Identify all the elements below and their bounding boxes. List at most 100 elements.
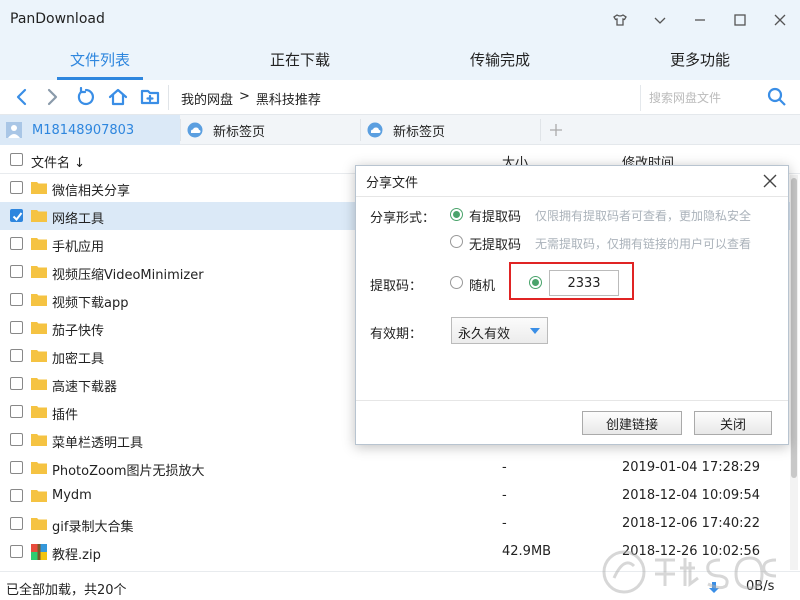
table-row[interactable]: 教程.zip 42.9MB 2018-12-26 10:02:56 xyxy=(0,538,794,566)
tab-file-list[interactable]: 文件列表 xyxy=(0,40,200,80)
account-tab-label: 新标签页 xyxy=(213,124,266,140)
option-no-code-label[interactable]: 无提取码 xyxy=(469,234,521,253)
share-type-label: 分享形式： xyxy=(370,211,436,226)
table-row[interactable]: Mydm - 2018-12-04 10:09:54 xyxy=(0,482,794,510)
row-checkbox[interactable] xyxy=(10,405,23,418)
file-name: 微信相关分享 xyxy=(52,184,131,199)
search-button[interactable] xyxy=(766,86,790,110)
home-button[interactable] xyxy=(106,85,130,109)
create-link-button[interactable]: 创建链接 xyxy=(582,411,682,435)
refresh-button[interactable] xyxy=(74,85,98,109)
file-size: 42.9MB xyxy=(502,544,552,559)
file-size: - xyxy=(502,516,507,531)
share-dialog: 分享文件 分享形式： 有提取码 仅限拥有提取码者可查看，更加隐私安全 无提取码 … xyxy=(355,165,789,445)
tab-divider xyxy=(540,119,541,141)
row-checkbox[interactable] xyxy=(10,517,23,530)
file-modified-time: 2018-12-04 10:09:54 xyxy=(622,488,761,503)
radio-no-code[interactable] xyxy=(450,235,463,248)
option-with-code-label[interactable]: 有提取码 xyxy=(469,206,521,225)
search-input[interactable] xyxy=(640,85,758,111)
column-name-header[interactable]: 文件名 ↓ xyxy=(31,152,85,171)
dialog-divider xyxy=(356,196,788,197)
tab-more-features[interactable]: 更多功能 xyxy=(600,40,800,80)
radio-random-code[interactable] xyxy=(450,276,463,289)
row-checkbox[interactable] xyxy=(10,181,23,194)
account-tab-new-1[interactable]: 新标签页 xyxy=(181,115,360,145)
row-checkbox[interactable] xyxy=(10,237,23,250)
zip-file-icon xyxy=(31,544,47,560)
validity-select[interactable]: 永久有效 xyxy=(451,317,548,344)
row-checkbox[interactable] xyxy=(10,433,23,446)
row-checkbox[interactable] xyxy=(10,377,23,390)
minimize-button[interactable] xyxy=(688,8,712,32)
dropdown-arrow-icon xyxy=(530,328,540,334)
search-icon xyxy=(767,87,786,106)
radio-custom-code[interactable] xyxy=(529,276,542,289)
account-name: M18148907803 xyxy=(32,122,135,138)
random-code-label[interactable]: 随机 xyxy=(469,275,495,294)
file-name: 加密工具 xyxy=(52,352,105,367)
skin-button[interactable] xyxy=(608,8,632,32)
account-tab-user[interactable]: M18148907803 xyxy=(0,115,180,145)
forward-button[interactable] xyxy=(40,85,64,109)
new-folder-button[interactable] xyxy=(138,85,162,109)
scrollbar-thumb[interactable] xyxy=(791,178,797,478)
download-arrow-icon xyxy=(709,582,719,593)
account-tabs: M18148907803 新标签页 新标签页 xyxy=(0,115,800,145)
file-name: 菜单栏透明工具 xyxy=(52,436,144,451)
home-icon xyxy=(108,88,128,106)
main-tabs: 文件列表 正在下载 传输完成 更多功能 xyxy=(0,40,800,80)
maximize-button[interactable] xyxy=(728,8,752,32)
folder-icon xyxy=(31,378,47,390)
chevron-down-icon xyxy=(654,17,666,24)
app-title: PanDownload xyxy=(10,11,105,27)
breadcrumb-current[interactable]: 黑科技推荐 xyxy=(256,89,321,108)
breadcrumb-separator: > xyxy=(239,89,250,104)
download-speed: 0B/s xyxy=(746,579,775,594)
row-checkbox[interactable] xyxy=(10,545,23,558)
row-checkbox[interactable] xyxy=(10,265,23,278)
title-bar: PanDownload xyxy=(0,0,800,40)
file-name: 教程.zip xyxy=(52,548,101,563)
row-checkbox[interactable] xyxy=(10,489,23,502)
table-row[interactable]: PhotoZoom图片无损放大 - 2019-01-04 17:28:29 xyxy=(0,454,794,482)
table-row[interactable]: gif录制大合集 - 2018-12-06 17:40:22 xyxy=(0,510,794,538)
file-modified-time: 2019-01-04 17:28:29 xyxy=(622,460,761,475)
radio-with-code[interactable] xyxy=(450,208,463,221)
row-checkbox[interactable] xyxy=(10,461,23,474)
file-size: - xyxy=(502,460,507,475)
file-name: Mydm xyxy=(52,488,92,503)
back-button[interactable] xyxy=(10,85,34,109)
file-name: 视频下载app xyxy=(52,296,129,311)
file-name: 茄子快传 xyxy=(52,324,105,339)
select-all-checkbox[interactable] xyxy=(10,153,23,166)
dropdown-button[interactable] xyxy=(648,8,672,32)
sort-arrow-icon: ↓ xyxy=(74,156,86,171)
folder-icon xyxy=(31,322,47,334)
dialog-title: 分享文件 xyxy=(366,176,419,191)
row-checkbox[interactable] xyxy=(10,209,23,222)
dialog-close-text-button[interactable]: 关闭 xyxy=(694,411,772,435)
add-tab-button[interactable] xyxy=(543,115,569,145)
row-checkbox[interactable] xyxy=(10,293,23,306)
folder-icon xyxy=(31,518,47,530)
minimize-icon xyxy=(695,19,705,21)
tab-completed[interactable]: 传输完成 xyxy=(400,40,600,80)
cloud-icon xyxy=(367,122,383,138)
dialog-close-button[interactable] xyxy=(761,172,779,190)
status-bar: 已全部加载，共20个 0B/s xyxy=(0,571,800,600)
row-checkbox[interactable] xyxy=(10,349,23,362)
tab-downloading[interactable]: 正在下载 xyxy=(200,40,400,80)
account-tab-new-2[interactable]: 新标签页 xyxy=(361,115,540,145)
option-no-code-hint: 无需提取码，仅拥有链接的用户可以查看 xyxy=(535,237,752,251)
new-folder-icon xyxy=(140,89,160,105)
validity-value: 永久有效 xyxy=(458,327,511,342)
folder-icon xyxy=(31,266,47,278)
breadcrumb-root[interactable]: 我的网盘 xyxy=(181,89,233,108)
close-window-button[interactable] xyxy=(768,8,792,32)
row-checkbox[interactable] xyxy=(10,321,23,334)
plus-icon xyxy=(550,124,562,136)
code-input[interactable] xyxy=(549,270,619,296)
option-with-code-hint: 仅限拥有提取码者可查看，更加隐私安全 xyxy=(535,209,752,223)
folder-icon xyxy=(31,182,47,194)
